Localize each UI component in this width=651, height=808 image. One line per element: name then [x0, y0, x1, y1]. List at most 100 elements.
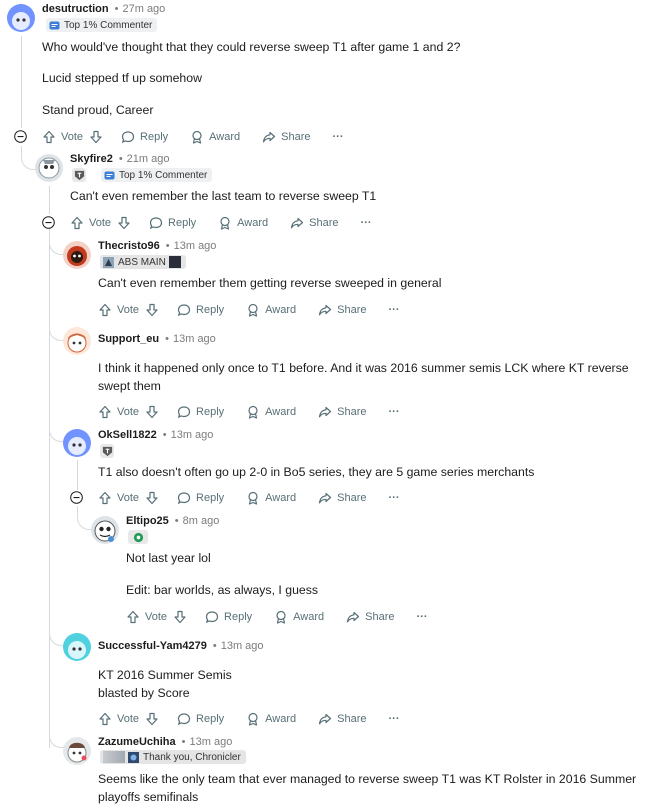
- comment-badge-icon: [104, 170, 115, 181]
- award-button[interactable]: Award: [246, 491, 296, 505]
- avatar[interactable]: [63, 737, 91, 765]
- downvote-button[interactable]: [89, 130, 103, 144]
- downvote-button[interactable]: [117, 216, 131, 230]
- username[interactable]: Thecristo96: [98, 240, 160, 252]
- avatar[interactable]: [35, 154, 63, 182]
- share-label: Share: [337, 406, 367, 418]
- timestamp[interactable]: 13m ago: [190, 736, 233, 748]
- upvote-button[interactable]: Vote: [98, 303, 139, 317]
- upvote-button[interactable]: Vote: [98, 405, 139, 419]
- share-label: Share: [281, 131, 311, 143]
- avatar[interactable]: [63, 241, 91, 269]
- share-button[interactable]: Share: [318, 405, 367, 419]
- upvote-button[interactable]: Vote: [70, 216, 111, 230]
- award-label: Award: [265, 713, 297, 725]
- comment-actions: Vote Reply Award Share ···: [98, 710, 400, 728]
- share-button[interactable]: Share: [318, 712, 367, 726]
- comment-text: Can't even remember them getting reverse…: [98, 276, 442, 290]
- user-flair: Thank you, Chronicler: [100, 750, 246, 764]
- connector-zazume: [49, 732, 65, 748]
- comment-actions: Vote Reply Award Share ···: [126, 608, 428, 626]
- comment-actions: Vote Reply Award Share ···: [98, 301, 400, 319]
- username[interactable]: Support_eu: [98, 333, 159, 345]
- comment-text: Lucid stepped tf up somehow: [42, 71, 202, 85]
- downvote-button[interactable]: [145, 712, 159, 726]
- more-options-button[interactable]: ···: [361, 217, 372, 229]
- timestamp[interactable]: 13m ago: [221, 640, 264, 652]
- vote-label: Vote: [117, 492, 140, 504]
- reply-button[interactable]: Reply: [149, 216, 196, 230]
- more-options-button[interactable]: ···: [389, 304, 400, 316]
- reply-button[interactable]: Reply: [121, 130, 168, 144]
- avatar[interactable]: [63, 429, 91, 457]
- more-options-button[interactable]: ···: [389, 713, 400, 725]
- share-button[interactable]: Share: [262, 130, 311, 144]
- award-button[interactable]: Award: [246, 303, 296, 317]
- reply-button[interactable]: Reply: [177, 405, 224, 419]
- reply-button[interactable]: Reply: [177, 303, 224, 317]
- downvote-button[interactable]: [173, 610, 187, 624]
- avatar[interactable]: [7, 4, 35, 32]
- reply-label: Reply: [224, 611, 253, 623]
- more-options-button[interactable]: ···: [389, 492, 400, 504]
- reply-button[interactable]: Reply: [177, 712, 224, 726]
- upvote-button[interactable]: Vote: [98, 712, 139, 726]
- separator-dot: •: [174, 515, 179, 527]
- timestamp[interactable]: 13m ago: [171, 429, 214, 441]
- comment-text: blasted by Score: [98, 686, 190, 700]
- share-label: Share: [309, 217, 339, 229]
- downvote-button[interactable]: [145, 491, 159, 505]
- username[interactable]: Successful-Yam4279: [98, 640, 207, 652]
- flair-text: Top 1% Commenter: [64, 19, 153, 31]
- award-button[interactable]: Award: [274, 610, 324, 624]
- upvote-button[interactable]: Vote: [126, 610, 167, 624]
- comment-badge-icon: [49, 20, 60, 31]
- timestamp[interactable]: 27m ago: [122, 3, 165, 15]
- award-button[interactable]: Award: [246, 405, 296, 419]
- vote-label: Vote: [61, 131, 84, 143]
- thread-line-level3[interactable]: [49, 228, 50, 748]
- user-flair: ABS MAIN: [100, 255, 186, 269]
- thread-line-root[interactable]: [21, 36, 22, 128]
- share-button[interactable]: Share: [318, 491, 367, 505]
- award-label: Award: [265, 406, 297, 418]
- collapse-thread-button[interactable]: [14, 130, 27, 143]
- username[interactable]: Eltipo25: [126, 515, 169, 527]
- more-options-button[interactable]: ···: [389, 406, 400, 418]
- share-button[interactable]: Share: [290, 216, 339, 230]
- username[interactable]: Skyfire2: [70, 153, 113, 165]
- timestamp[interactable]: 21m ago: [127, 153, 170, 165]
- share-button[interactable]: Share: [346, 610, 395, 624]
- avatar[interactable]: [91, 516, 119, 544]
- more-options-button[interactable]: ···: [417, 611, 428, 623]
- share-label: Share: [337, 713, 367, 725]
- separator-dot: •: [212, 640, 217, 652]
- collapse-thread-button[interactable]: [42, 216, 55, 229]
- username[interactable]: ZazumeUchiha: [98, 736, 176, 748]
- avatar[interactable]: [63, 633, 91, 661]
- award-label: Award: [209, 131, 241, 143]
- thread-line-skyfire[interactable]: [49, 186, 50, 214]
- thread-line-oksell[interactable]: [77, 460, 78, 490]
- timestamp[interactable]: 13m ago: [173, 333, 216, 345]
- timestamp[interactable]: 8m ago: [183, 515, 220, 527]
- downvote-button[interactable]: [145, 303, 159, 317]
- comment-actions: Vote Reply Award Share ···: [70, 214, 372, 232]
- username[interactable]: desutruction: [42, 3, 109, 15]
- more-options-button[interactable]: ···: [333, 131, 344, 143]
- upvote-button[interactable]: Vote: [98, 491, 139, 505]
- timestamp[interactable]: 13m ago: [174, 240, 217, 252]
- reply-button[interactable]: Reply: [205, 610, 252, 624]
- avatar[interactable]: [63, 327, 91, 355]
- award-button[interactable]: Award: [218, 216, 268, 230]
- share-button[interactable]: Share: [318, 303, 367, 317]
- award-button[interactable]: Award: [246, 712, 296, 726]
- collapse-thread-button[interactable]: [70, 491, 83, 504]
- upvote-button[interactable]: Vote: [42, 130, 83, 144]
- username[interactable]: OkSell1822: [98, 429, 157, 441]
- vote-label: Vote: [117, 304, 140, 316]
- reply-button[interactable]: Reply: [177, 491, 224, 505]
- award-button[interactable]: Award: [190, 130, 240, 144]
- downvote-button[interactable]: [145, 405, 159, 419]
- comment-actions: Vote Reply Award Share ···: [98, 403, 400, 421]
